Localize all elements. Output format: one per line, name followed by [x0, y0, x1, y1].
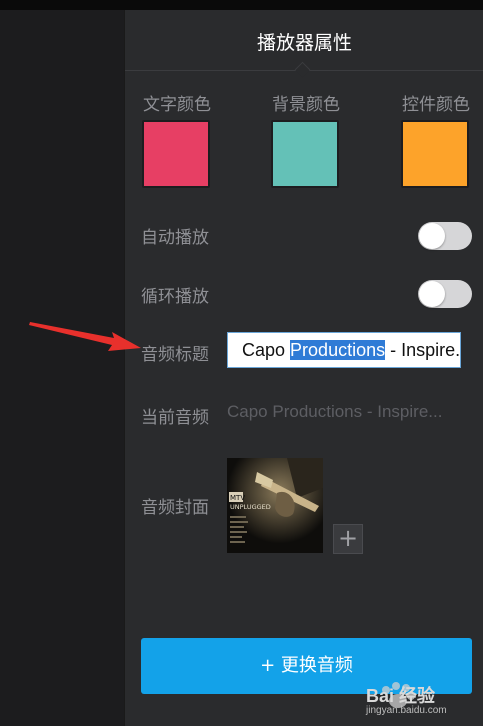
control-color-swatch[interactable] [401, 120, 469, 188]
audio-title-input[interactable]: Capo Productions - Inspire. [227, 332, 461, 368]
loop-toggle[interactable] [418, 280, 472, 308]
autoplay-label: 自动播放 [141, 228, 209, 248]
autoplay-toggle[interactable] [418, 222, 472, 250]
watermark-url: jingyan.baidu.com [366, 705, 447, 716]
audio-title-selected-text: Productions [290, 340, 386, 360]
text-color-label: 文字颜色 [143, 95, 211, 115]
audio-title-text-after: - Inspire. [385, 340, 461, 360]
background-color-swatch[interactable] [271, 120, 339, 188]
add-cover-button[interactable]: + [333, 524, 363, 554]
player-properties-panel: 播放器属性 文字颜色 背景颜色 控件颜色 自动播放 循环播放 音频标题 Capo… [124, 10, 483, 726]
panel-header: 播放器属性 [125, 10, 483, 71]
audio-cover-image[interactable]: MTV UNPLUGGED [227, 458, 323, 553]
autoplay-toggle-knob [419, 223, 445, 249]
cover-album-title: UNPLUGGED [230, 503, 271, 511]
loop-label: 循环播放 [141, 287, 209, 307]
audio-cover-label: 音频封面 [141, 498, 209, 518]
top-strip [0, 0, 483, 10]
background-color-label: 背景颜色 [272, 95, 340, 115]
panel-title: 播放器属性 [256, 32, 352, 54]
screen: 播放器属性 文字颜色 背景颜色 控件颜色 自动播放 循环播放 音频标题 Capo… [0, 0, 483, 726]
current-audio-label: 当前音频 [141, 408, 209, 428]
control-color-label: 控件颜色 [402, 95, 470, 115]
audio-title-text-before: Capo [242, 340, 291, 360]
annotation-arrow-icon [29, 322, 141, 351]
canvas-area [0, 10, 124, 726]
audio-title-label: 音频标题 [141, 345, 209, 365]
loop-toggle-knob [419, 281, 445, 307]
current-audio-value: Capo Productions - Inspire... [227, 402, 443, 421]
text-color-swatch[interactable] [142, 120, 210, 188]
svg-text:MTV: MTV [230, 494, 245, 502]
album-art-icon: MTV UNPLUGGED [227, 458, 323, 553]
